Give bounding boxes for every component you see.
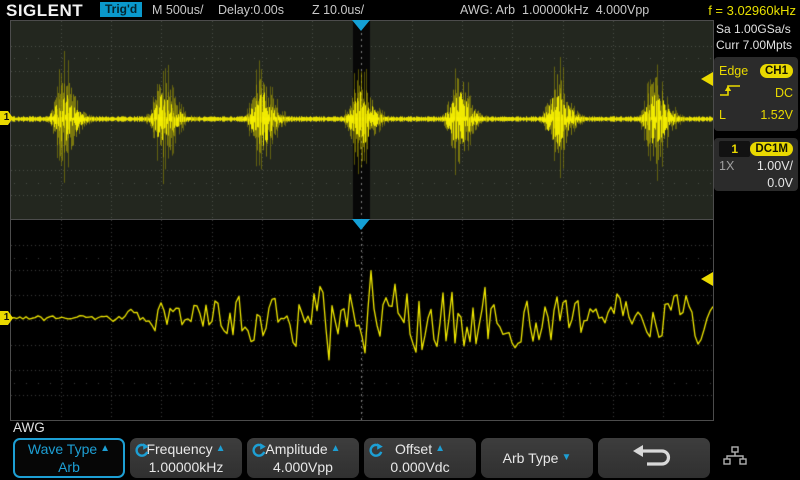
zoom-timebase-readout[interactable]: Z 10.0us/ [312, 3, 364, 17]
zoom-region-marker-bottom-icon[interactable] [352, 219, 370, 230]
softkey-wave-type[interactable]: Wave Type▲ Arb [13, 438, 125, 478]
trigger-coupling-label: DC [775, 86, 793, 100]
channel1-panel[interactable]: 1 DC1M 1X 1.00V/ 0.0V [714, 138, 798, 191]
frequency-counter: f = 3.02960kHz [708, 3, 796, 18]
softkey-label: Wave Type [28, 440, 97, 458]
up-arrow-icon: ▲ [331, 440, 341, 458]
oscilloscope-screen: SIGLENT Trig'd M 500us/ Delay:0.00s Z 10… [0, 0, 800, 480]
softkey-label: Frequency [146, 440, 212, 458]
trigger-level-arrow-main-icon[interactable] [701, 72, 713, 86]
main-waveform-canvas [11, 21, 713, 220]
trigger-level-value: 1.52V [760, 108, 793, 122]
knob-icon [251, 443, 266, 461]
softkey-label: Amplitude [265, 440, 327, 458]
down-arrow-icon: ▼ [561, 449, 571, 467]
channel1-tab[interactable]: 1 [719, 141, 750, 157]
zoom-waveform-window[interactable] [10, 220, 714, 421]
softkey-label: Offset [395, 440, 432, 458]
channel1-offset: 0.0V [767, 176, 793, 190]
trigger-source-badge: CH1 [760, 64, 793, 78]
knob-icon [368, 443, 383, 461]
channel1-probe-attenuation: 1X [719, 159, 734, 173]
trigger-mode-label: Edge [719, 64, 748, 78]
zoom-region-marker-top-icon[interactable] [352, 20, 370, 31]
trigger-status-badge: Trig'd [100, 2, 142, 17]
status-bar: SIGLENT Trig'd M 500us/ Delay:0.00s Z 10… [0, 0, 800, 20]
siglent-logo: SIGLENT [6, 1, 83, 21]
delay-readout[interactable]: Delay:0.00s [218, 3, 284, 17]
menu-title: AWG [13, 420, 45, 435]
softkey-label: Arb Type [503, 449, 559, 467]
awg-status-readout[interactable]: AWG: Arb 1.00000kHz 4.000Vpp [460, 3, 649, 17]
timebase-readout[interactable]: M 500us/ [152, 3, 203, 17]
softkey-value: Arb [15, 458, 123, 476]
return-icon [632, 443, 676, 474]
zoom-waveform-canvas [11, 220, 713, 420]
memory-depth-readout: Curr 7.00Mpts [716, 38, 792, 52]
up-arrow-icon: ▲ [100, 440, 110, 458]
softkey-offset[interactable]: Offset▲ 0.000Vdc [364, 438, 476, 478]
sample-rate-readout: Sa 1.00GSa/s [716, 22, 791, 36]
trigger-level-arrow-zoom-icon[interactable] [701, 272, 713, 286]
trigger-level-label: L [719, 108, 726, 122]
softkey-amplitude[interactable]: Amplitude▲ 4.000Vpp [247, 438, 359, 478]
trigger-panel[interactable]: Edge CH1 DC L 1.52V [714, 57, 798, 131]
rising-edge-icon [719, 83, 741, 103]
softkey-arb-type[interactable]: Arb Type▼ [481, 438, 593, 478]
channel1-volts-per-div: 1.00V/ [757, 159, 793, 173]
up-arrow-icon: ▲ [435, 440, 445, 458]
channel1-coupling-badge: DC1M [750, 142, 793, 156]
lan-icon[interactable] [722, 446, 748, 472]
softkey-menu: Wave Type▲ Arb Frequency▲ 1.00000kHz Amp… [13, 438, 710, 478]
main-waveform-window[interactable] [10, 20, 714, 220]
softkey-frequency[interactable]: Frequency▲ 1.00000kHz [130, 438, 242, 478]
knob-icon [134, 443, 149, 461]
softkey-return[interactable] [598, 438, 710, 478]
up-arrow-icon: ▲ [216, 440, 226, 458]
